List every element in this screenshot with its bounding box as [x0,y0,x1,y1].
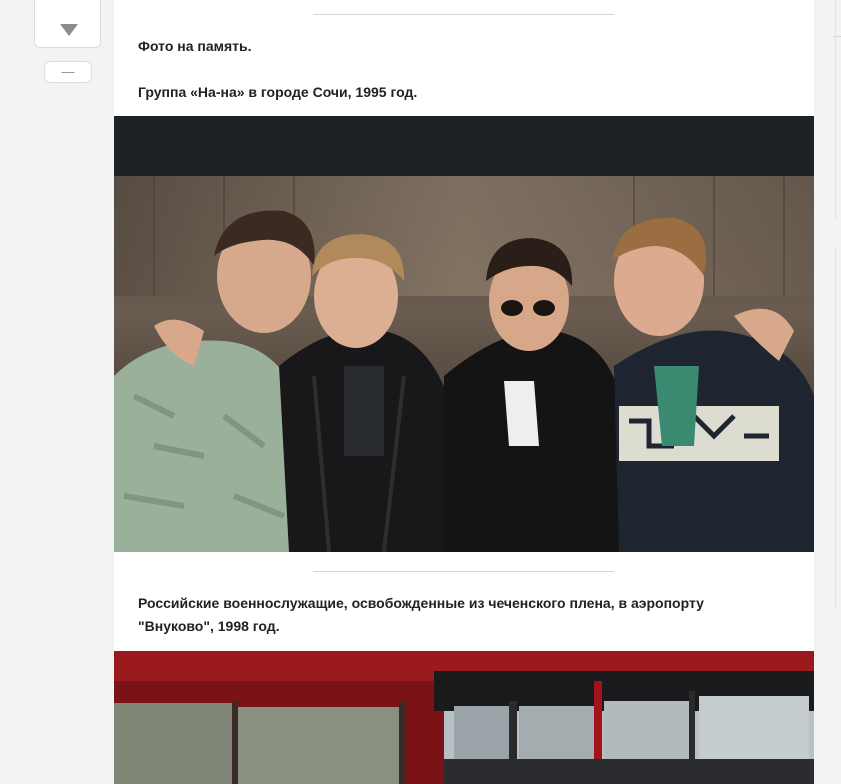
photo-soldiers-image [114,651,814,784]
post-paragraph: Фото на память. [138,38,252,54]
left-rail: 313 — [0,0,114,784]
vote-down-icon[interactable] [60,24,78,36]
post-card: Фото на память. Группа «На-на» в городе … [114,0,814,784]
divider [313,571,614,572]
vote-widget: 313 [34,0,101,48]
post-paragraph: Группа «На-на» в городе Сочи, 1995 год. [138,84,418,100]
photo-soldiers[interactable] [114,651,814,784]
photo-band-image [114,116,814,552]
post-paragraph: Российские военнослужащие, освобожденные… [138,595,704,634]
vote-count: 313 [35,0,100,1]
right-strip [814,0,841,784]
divider [313,14,614,15]
collapse-button[interactable]: — [44,61,92,83]
divider [833,36,841,37]
photo-band[interactable] [114,116,814,552]
divider [835,248,836,608]
divider [835,0,836,220]
